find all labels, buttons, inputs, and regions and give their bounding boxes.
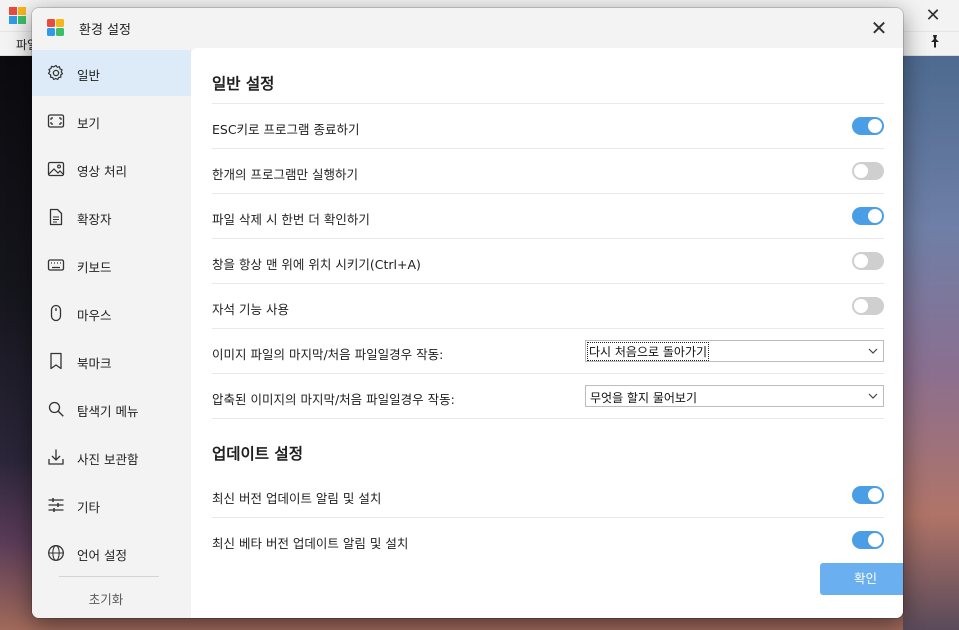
confirm-button[interactable]: 확인 xyxy=(820,563,903,595)
select-value: 다시 처음으로 돌아가기 xyxy=(586,342,710,361)
sidebar-item-label: 언어 설정 xyxy=(77,548,127,563)
toggle-update-notify[interactable] xyxy=(852,486,884,504)
background-photo-edge xyxy=(903,56,959,630)
setting-row: 최신 베타 버전 업데이트 알림 및 설치 xyxy=(212,518,884,563)
toggle-esc-exit[interactable] xyxy=(852,117,884,135)
section-title-update: 업데이트 설정 xyxy=(212,445,303,463)
settings-dialog: 환경 설정 ✕ 일반 보기 영상 처리 확장자 키보드 마우스 북마크 탐색기 … xyxy=(32,8,903,618)
sidebar-item-label: 탐색기 메뉴 xyxy=(77,404,139,419)
section-title-general: 일반 설정 xyxy=(212,75,275,93)
toggle-beta-update-notify[interactable] xyxy=(852,531,884,549)
pin-icon[interactable] xyxy=(925,34,945,54)
sidebar-item-label: 북마크 xyxy=(77,356,112,371)
setting-label: 최신 베타 버전 업데이트 알림 및 설치 xyxy=(212,536,409,551)
toggle-single-instance[interactable] xyxy=(852,162,884,180)
toggle-confirm-delete[interactable] xyxy=(852,207,884,225)
sidebar-item-language[interactable]: 언어 설정 xyxy=(32,530,191,576)
mouse-icon xyxy=(46,303,66,323)
sliders-icon xyxy=(46,495,66,515)
download-icon xyxy=(46,447,66,467)
setting-label: 창을 항상 맨 위에 위치 시키기(Ctrl+A) xyxy=(212,257,421,272)
close-icon[interactable]: ✕ xyxy=(865,14,893,42)
sidebar-item-label: 확장자 xyxy=(77,212,112,227)
app-logo-icon xyxy=(9,7,26,24)
image-end-action-select[interactable]: 다시 처음으로 돌아가기 xyxy=(585,340,884,362)
sidebar-item-label: 마우스 xyxy=(77,308,112,323)
dialog-title: 환경 설정 xyxy=(79,23,131,38)
gear-icon xyxy=(46,63,66,83)
toggle-always-on-top[interactable] xyxy=(852,252,884,270)
setting-label: ESC키로 프로그램 종료하기 xyxy=(212,122,360,137)
archive-end-action-select[interactable]: 무엇을 할지 물어보기 xyxy=(585,385,884,407)
screen-icon xyxy=(46,111,66,131)
toggle-magnet[interactable] xyxy=(852,297,884,315)
sidebar-item-general[interactable]: 일반 xyxy=(32,50,191,96)
background-close-icon[interactable]: ✕ xyxy=(921,4,945,28)
sidebar-item-image-processing[interactable]: 영상 처리 xyxy=(32,146,191,192)
sidebar-item-etc[interactable]: 기타 xyxy=(32,482,191,528)
keyboard-icon xyxy=(46,255,66,275)
settings-sidebar: 일반 보기 영상 처리 확장자 키보드 마우스 북마크 탐색기 메뉴 사진 보관… xyxy=(32,48,191,618)
setting-row: 파일 삭제 시 한번 더 확인하기 xyxy=(212,194,884,239)
image-icon xyxy=(46,159,66,179)
setting-row: 이미지 파일의 마지막/처음 파일일경우 작동: 다시 처음으로 돌아가기 xyxy=(212,329,884,374)
select-value: 무엇을 할지 물어보기 xyxy=(590,391,697,405)
sidebar-item-label: 영상 처리 xyxy=(77,164,127,179)
setting-label: 압축된 이미지의 마지막/처음 파일일경우 작동: xyxy=(212,392,455,407)
setting-row: 최신 버전 업데이트 알림 및 설치 xyxy=(212,473,884,518)
setting-label: 파일 삭제 시 한번 더 확인하기 xyxy=(212,212,370,227)
sidebar-item-view[interactable]: 보기 xyxy=(32,98,191,144)
search-icon xyxy=(46,399,66,419)
setting-row: 한개의 프로그램만 실행하기 xyxy=(212,149,884,194)
globe-icon xyxy=(46,543,66,563)
setting-row: ESC키로 프로그램 종료하기 xyxy=(212,104,884,149)
sidebar-item-label: 사진 보관함 xyxy=(77,452,139,467)
bookmark-icon xyxy=(46,351,66,371)
chevron-down-icon xyxy=(867,345,879,357)
sidebar-item-keyboard[interactable]: 키보드 xyxy=(32,242,191,288)
setting-label: 자석 기능 사용 xyxy=(212,302,289,317)
sidebar-item-photo-archive[interactable]: 사진 보관함 xyxy=(32,434,191,480)
chevron-down-icon xyxy=(867,390,879,402)
sidebar-item-label: 키보드 xyxy=(77,260,112,275)
sidebar-item-label: 보기 xyxy=(77,116,101,131)
setting-row: 압축된 이미지의 마지막/처음 파일일경우 작동: 무엇을 할지 물어보기 xyxy=(212,374,884,419)
sidebar-item-mouse[interactable]: 마우스 xyxy=(32,290,191,336)
app-logo-icon xyxy=(47,19,64,36)
setting-label: 한개의 프로그램만 실행하기 xyxy=(212,167,358,182)
sidebar-item-label: 일반 xyxy=(77,68,101,83)
sidebar-item-label: 기타 xyxy=(77,500,101,515)
sidebar-divider xyxy=(59,576,159,577)
setting-row: 창을 항상 맨 위에 위치 시키기(Ctrl+A) xyxy=(212,239,884,284)
document-icon xyxy=(46,207,66,227)
settings-content: 일반 설정 ESC키로 프로그램 종료하기 한개의 프로그램만 실행하기 파일 … xyxy=(191,48,903,618)
sidebar-item-bookmark[interactable]: 북마크 xyxy=(32,338,191,384)
setting-label: 최신 버전 업데이트 알림 및 설치 xyxy=(212,491,382,506)
sidebar-item-extensions[interactable]: 확장자 xyxy=(32,194,191,240)
reset-button[interactable]: 초기화 xyxy=(32,589,180,608)
setting-row: 자석 기능 사용 xyxy=(212,284,884,329)
dialog-titlebar: 환경 설정 ✕ xyxy=(32,8,903,48)
sidebar-item-explorer-menu[interactable]: 탐색기 메뉴 xyxy=(32,386,191,432)
setting-label: 이미지 파일의 마지막/처음 파일일경우 작동: xyxy=(212,347,444,362)
